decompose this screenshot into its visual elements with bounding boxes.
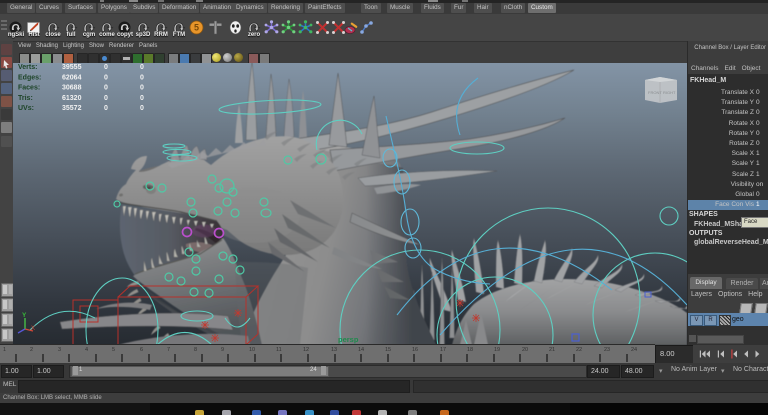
svg-text:30688: 30688	[62, 85, 82, 92]
svg-text:61320: 61320	[62, 95, 82, 102]
svg-text:0: 0	[104, 74, 108, 81]
svg-text:RIGHT: RIGHT	[663, 90, 676, 95]
svg-text:0: 0	[140, 74, 144, 81]
svg-text:0: 0	[104, 64, 108, 71]
svg-text:5: 5	[194, 23, 199, 33]
svg-text:0: 0	[140, 64, 144, 71]
svg-text:0: 0	[104, 105, 108, 112]
svg-text:Faces:: Faces:	[18, 85, 40, 92]
svg-text:0: 0	[104, 85, 108, 92]
svg-text:62064: 62064	[62, 74, 82, 81]
svg-text:Y: Y	[22, 312, 27, 319]
svg-text:Tris:: Tris:	[18, 95, 33, 102]
svg-text:UVs:: UVs:	[18, 105, 34, 112]
svg-text:39555: 39555	[62, 64, 82, 71]
svg-text:0: 0	[104, 95, 108, 102]
svg-text:Edges:: Edges:	[18, 74, 41, 81]
svg-text:35572: 35572	[62, 105, 82, 112]
svg-text:0: 0	[140, 85, 144, 92]
svg-text:0: 0	[140, 105, 144, 112]
svg-text:X: X	[31, 326, 35, 332]
svg-text:Verts:: Verts:	[18, 64, 37, 71]
svg-text:persp: persp	[338, 335, 359, 344]
svg-text:FRONT: FRONT	[648, 90, 662, 95]
svg-text:0: 0	[140, 95, 144, 102]
